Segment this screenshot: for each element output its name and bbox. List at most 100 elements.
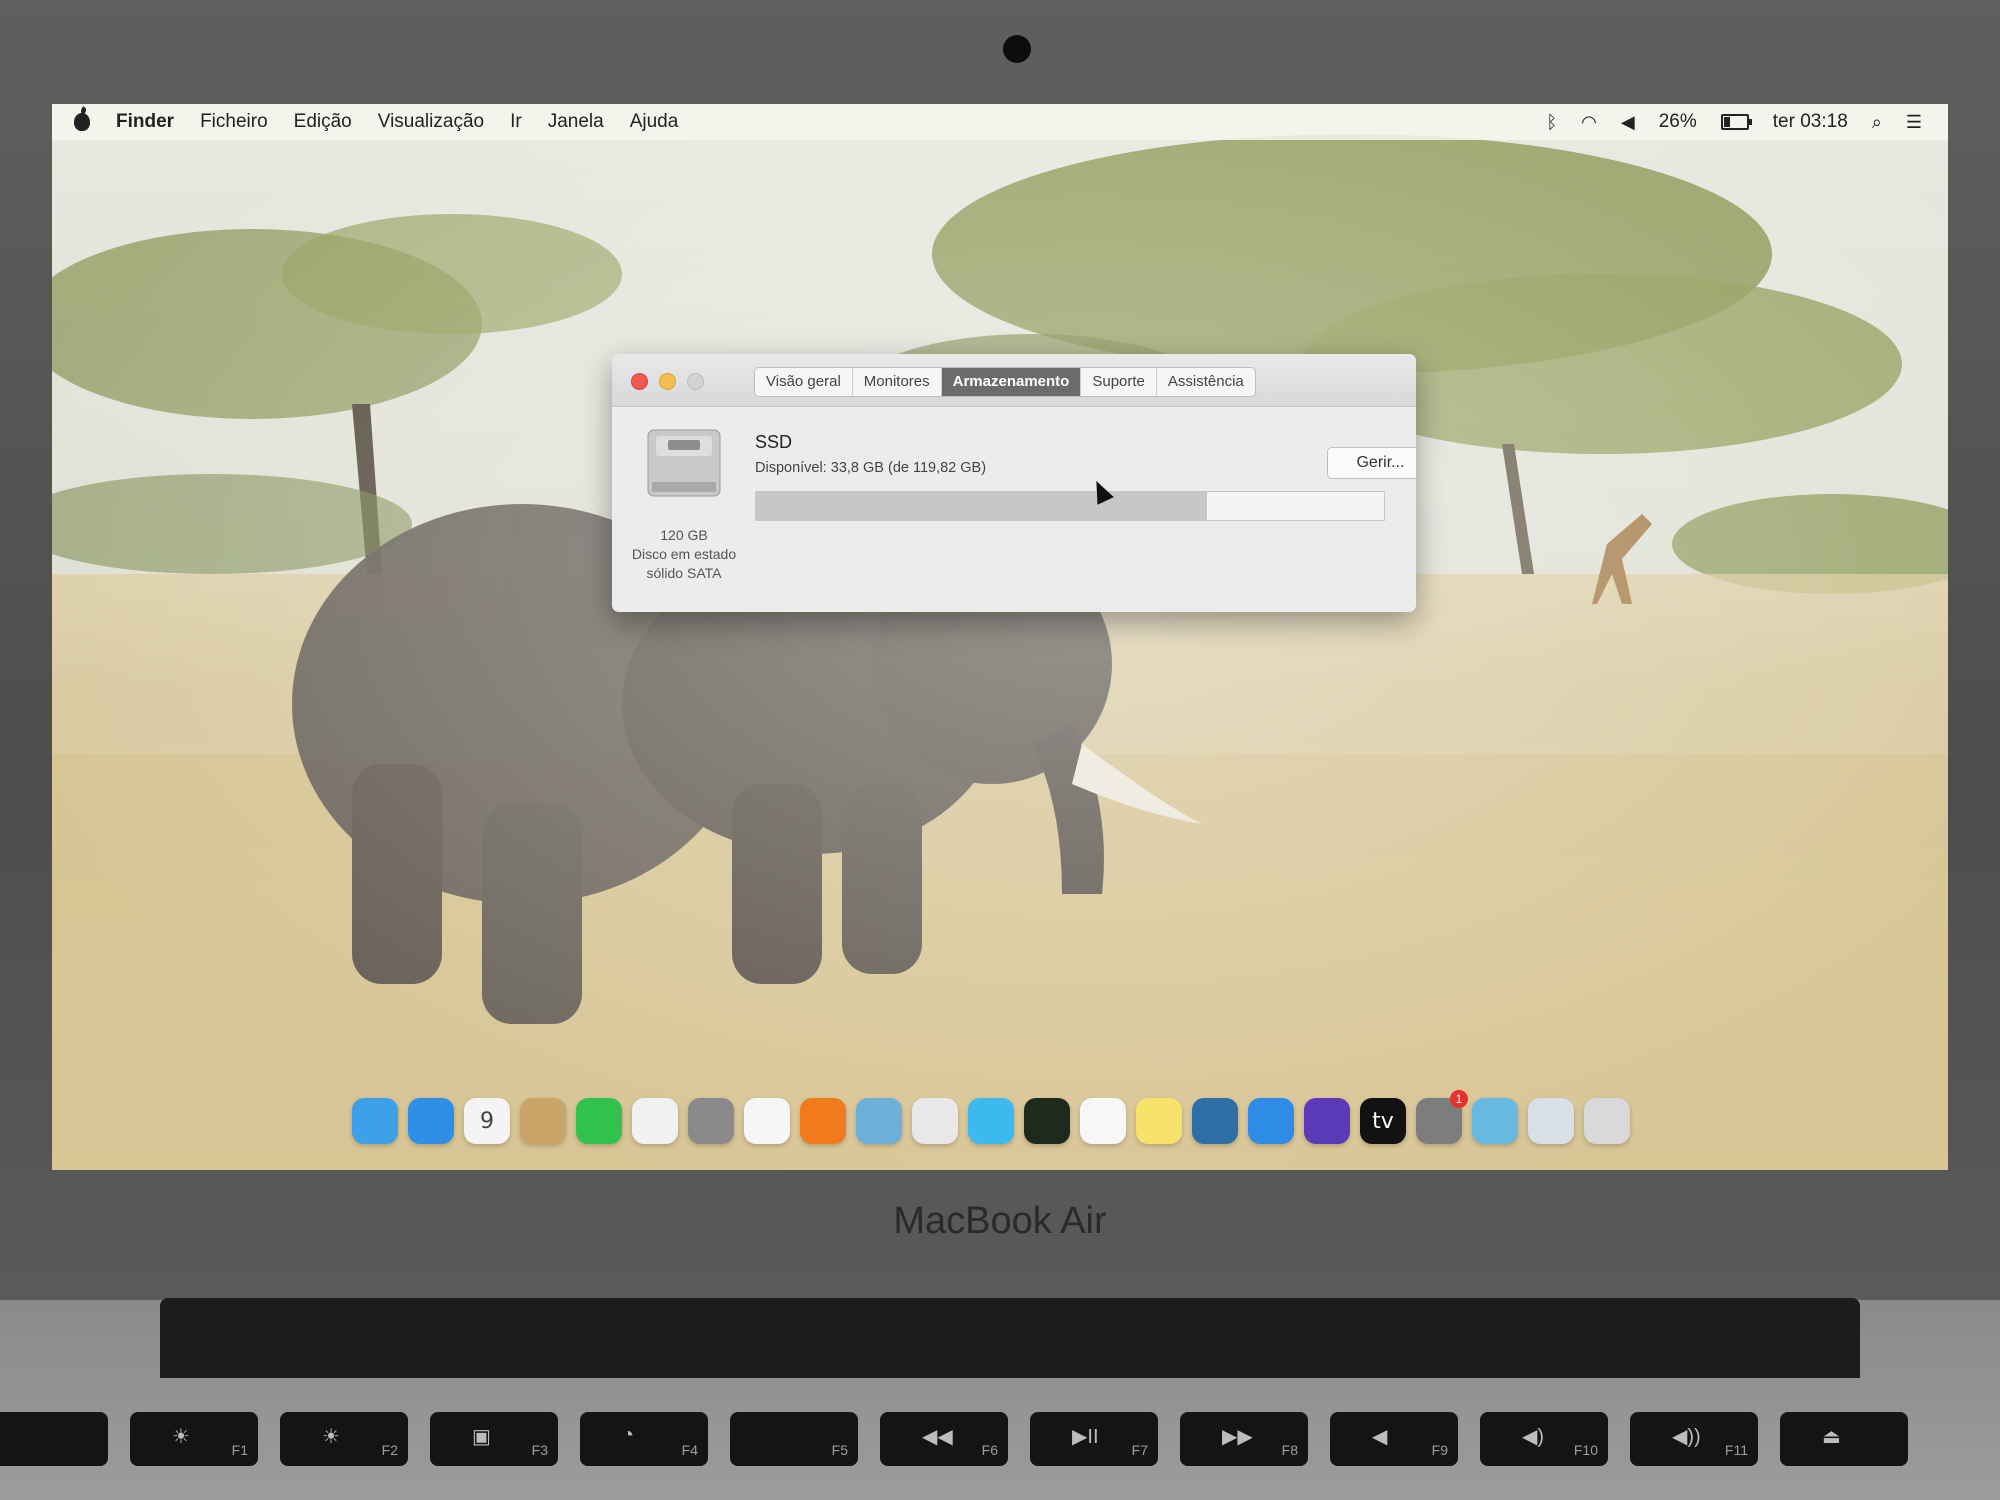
manage-button[interactable]: Gerir... bbox=[1327, 447, 1416, 479]
script-editor-icon[interactable] bbox=[912, 1098, 958, 1144]
storage-used-fill bbox=[756, 492, 1207, 520]
wifi-icon[interactable]: ◠ bbox=[1581, 112, 1597, 133]
key-glyph-icon: ◀)) bbox=[1672, 1426, 1701, 1448]
menu-janela[interactable]: Janela bbox=[548, 111, 604, 133]
tab-monitores[interactable]: Monitores bbox=[853, 368, 942, 396]
activity-monitor-icon[interactable] bbox=[1024, 1098, 1070, 1144]
facetime-icon[interactable] bbox=[576, 1098, 622, 1144]
key-label: F10 bbox=[1573, 1442, 1598, 1458]
menu-app-finder[interactable]: Finder bbox=[116, 111, 174, 133]
calendar-label: 9 bbox=[480, 1108, 494, 1134]
key-label: F2 bbox=[381, 1442, 398, 1458]
dock: 9 tv 1 bbox=[352, 1089, 1630, 1153]
key-label: F6 bbox=[981, 1442, 998, 1458]
menu-edicao[interactable]: Edição bbox=[294, 111, 352, 133]
key-label: F8 bbox=[1281, 1442, 1298, 1458]
keyboard-key-f7[interactable]: ▶II F7 bbox=[1030, 1412, 1158, 1466]
launchpad-icon[interactable] bbox=[688, 1098, 734, 1144]
tab-visao-geral[interactable]: Visão geral bbox=[755, 368, 853, 396]
menu-ir[interactable]: Ir bbox=[510, 111, 522, 133]
disk-capacity: 120 GB bbox=[660, 527, 708, 543]
notes-icon[interactable] bbox=[1136, 1098, 1182, 1144]
reminders-icon[interactable] bbox=[744, 1098, 790, 1144]
messages-icon[interactable] bbox=[968, 1098, 1014, 1144]
key-glyph-icon: ▶II bbox=[1072, 1426, 1099, 1448]
finder-window-icon[interactable] bbox=[1528, 1098, 1574, 1144]
keyboard-key-f6[interactable]: ◀◀ F6 bbox=[880, 1412, 1008, 1466]
disk-name: SSD bbox=[755, 432, 793, 452]
music-icon[interactable] bbox=[1080, 1098, 1126, 1144]
spotlight-icon[interactable]: ⌕ bbox=[1872, 112, 1882, 133]
minimize-button[interactable] bbox=[659, 373, 676, 390]
disk-type-line1: Disco em estado bbox=[631, 546, 737, 562]
preview-icon[interactable] bbox=[856, 1098, 902, 1144]
close-button[interactable] bbox=[631, 373, 648, 390]
key-label: F4 bbox=[681, 1442, 698, 1458]
notification-badge: 1 bbox=[1450, 1090, 1468, 1108]
battery-level bbox=[1723, 117, 1730, 127]
menu-ajuda[interactable]: Ajuda bbox=[630, 111, 679, 133]
siri-icon[interactable] bbox=[1304, 1098, 1350, 1144]
calendar-icon[interactable]: 9 bbox=[464, 1098, 510, 1144]
menu-bar: Finder Ficheiro Edição Visualização Ir J… bbox=[52, 104, 1948, 140]
key-label: F3 bbox=[531, 1442, 548, 1458]
apple-tv-label: tv bbox=[1372, 1108, 1394, 1134]
keyboard-key-f11[interactable]: ◀)) F11 bbox=[1630, 1412, 1758, 1466]
bluetooth-icon[interactable]: ᛒ bbox=[1546, 112, 1557, 133]
key-label: F11 bbox=[1724, 1442, 1748, 1458]
trash-icon[interactable] bbox=[1584, 1098, 1630, 1144]
app-store-icon[interactable] bbox=[408, 1098, 454, 1144]
volume-icon[interactable]: ◀ bbox=[1621, 112, 1635, 133]
photos-icon[interactable] bbox=[632, 1098, 678, 1144]
menu-visualizacao[interactable]: Visualização bbox=[378, 111, 484, 133]
webcam bbox=[1003, 35, 1031, 63]
finder-icon[interactable] bbox=[352, 1098, 398, 1144]
brand-label: MacBook Air bbox=[893, 1200, 1107, 1242]
key-label: F1 bbox=[231, 1442, 248, 1458]
tab-suporte[interactable]: Suporte bbox=[1081, 368, 1157, 396]
function-key-row: ☀ F1 ☀ F2 ▣ F3 ◔ F4 F5 ◀◀ F6 ▶II F7 ▶▶ F8 ◀ F9 ◀) F10 ◀)) F1… bbox=[0, 1412, 1908, 1466]
battery-icon[interactable] bbox=[1720, 114, 1752, 130]
key-glyph-icon: ◀) bbox=[1522, 1426, 1545, 1448]
keyboard-key-blank-0[interactable] bbox=[0, 1412, 108, 1466]
keyboard-key-f9[interactable]: ◀ F9 bbox=[1330, 1412, 1458, 1466]
screen: Finder Ficheiro Edição Visualização Ir J… bbox=[52, 104, 1948, 1170]
key-label: F7 bbox=[1131, 1442, 1148, 1458]
key-glyph-icon: ⏏ bbox=[1822, 1426, 1841, 1448]
keyboard-key-f4[interactable]: ◔ F4 bbox=[580, 1412, 708, 1466]
keyboard-key-f3[interactable]: ▣ F3 bbox=[430, 1412, 558, 1466]
menu-clock[interactable]: ter 03:18 bbox=[1773, 111, 1848, 133]
tab-armazenamento[interactable]: Armazenamento bbox=[941, 368, 1082, 396]
safari-icon[interactable] bbox=[1248, 1098, 1294, 1144]
system-preferences-icon[interactable]: 1 bbox=[1416, 1090, 1468, 1144]
tab-assistencia[interactable]: Assistência bbox=[1157, 368, 1255, 396]
key-glyph-icon: ▶▶ bbox=[1222, 1426, 1253, 1448]
keyboard-key-f2[interactable]: ☀ F2 bbox=[280, 1412, 408, 1466]
apple-menu-icon[interactable] bbox=[74, 113, 90, 131]
downloads-folder-icon[interactable] bbox=[1472, 1098, 1518, 1144]
key-glyph-icon: ▣ bbox=[472, 1426, 491, 1448]
key-glyph-icon: ☀ bbox=[172, 1426, 190, 1448]
menu-ficheiro[interactable]: Ficheiro bbox=[200, 111, 268, 133]
keyboard-key-f8[interactable]: ▶▶ F8 bbox=[1180, 1412, 1308, 1466]
books-icon[interactable] bbox=[800, 1098, 846, 1144]
key-label: F5 bbox=[831, 1442, 848, 1458]
contacts-icon[interactable] bbox=[520, 1098, 566, 1144]
quicktime-icon[interactable] bbox=[1192, 1098, 1238, 1144]
disk-type-line2: sólido SATA bbox=[646, 565, 722, 581]
hard-drive-icon bbox=[647, 429, 721, 497]
key-label: F9 bbox=[1431, 1442, 1448, 1458]
desktop-wallpaper bbox=[52, 104, 1948, 1170]
disk-available: Disponível: 33,8 GB (de 119,82 GB) bbox=[755, 460, 987, 476]
battery-percent[interactable]: 26% bbox=[1659, 111, 1697, 133]
keyboard-key-f1[interactable]: ☀ F1 bbox=[130, 1412, 258, 1466]
storage-bar bbox=[755, 491, 1385, 521]
keyboard-key-blank-12[interactable]: ⏏ bbox=[1780, 1412, 1908, 1466]
window-titlebar[interactable]: Visão geral Monitores Armazenamento Supo… bbox=[612, 354, 1416, 407]
keyboard-key-f5[interactable]: F5 bbox=[730, 1412, 858, 1466]
disk-summary: 120 GB Disco em estado sólido SATA bbox=[612, 526, 756, 583]
keyboard-key-f10[interactable]: ◀) F10 bbox=[1480, 1412, 1608, 1466]
zoom-button[interactable] bbox=[687, 373, 704, 390]
apple-tv-icon[interactable]: tv bbox=[1360, 1098, 1406, 1144]
notification-center-icon[interactable]: ☰ bbox=[1906, 112, 1922, 133]
